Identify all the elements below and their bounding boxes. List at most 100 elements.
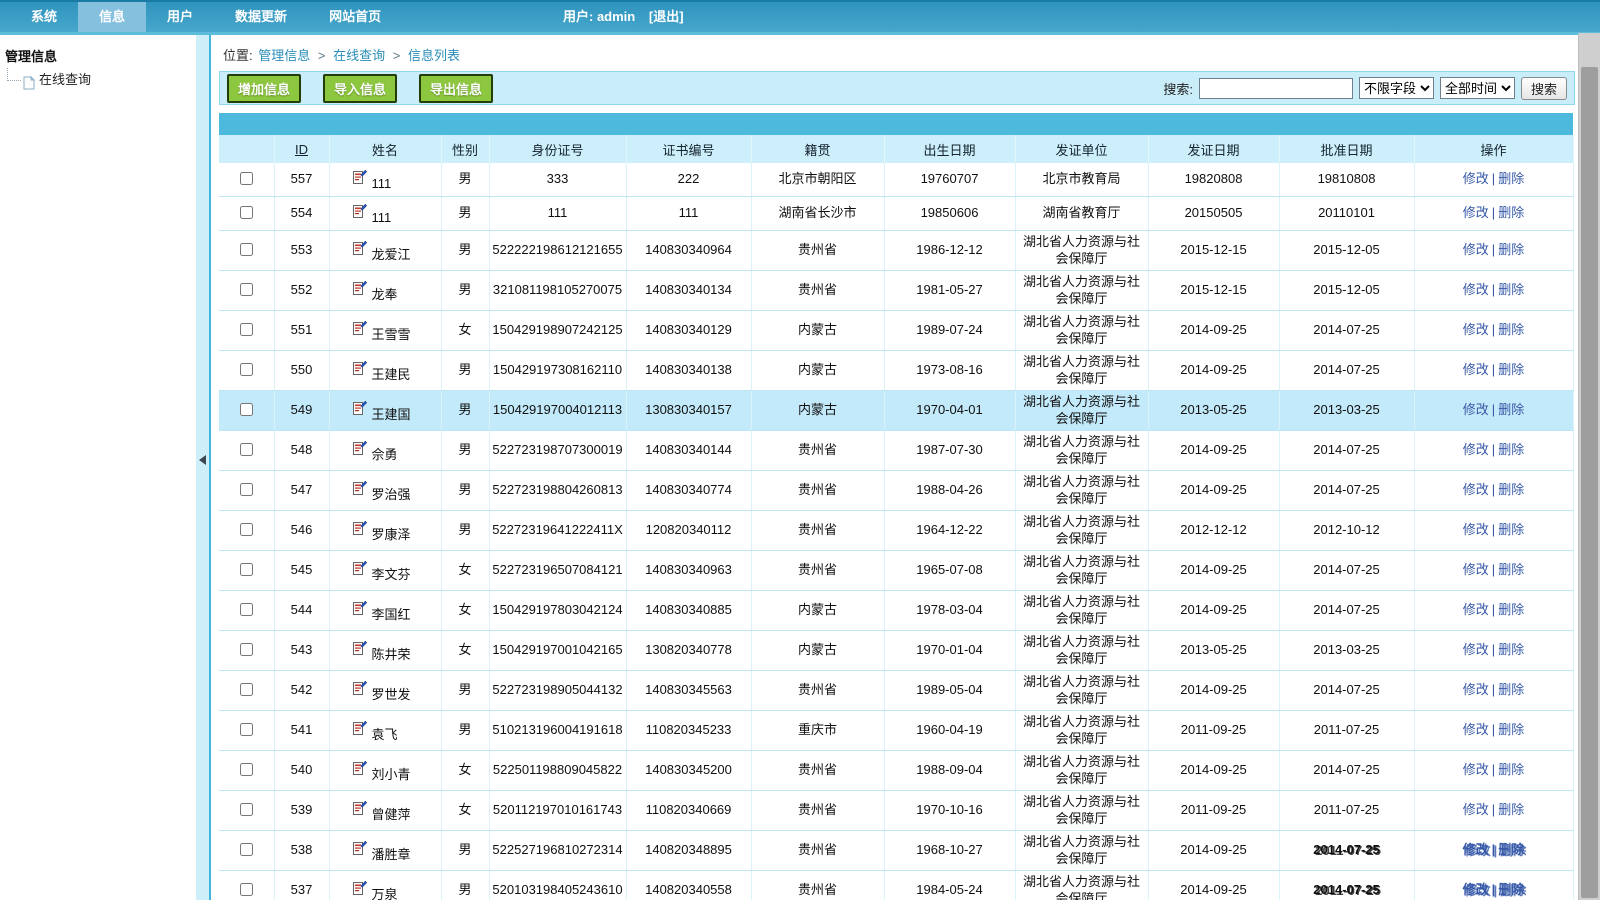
row-checkbox[interactable] bbox=[240, 206, 253, 219]
edit-link[interactable]: 修改 bbox=[1463, 522, 1489, 537]
edit-doc-icon[interactable] bbox=[352, 360, 367, 380]
edit-link[interactable]: 修改 bbox=[1463, 362, 1489, 377]
logout-link[interactable]: [退出] bbox=[649, 9, 684, 24]
edit-doc-icon[interactable] bbox=[352, 480, 367, 500]
edit-doc-icon[interactable] bbox=[352, 400, 367, 420]
edit-doc-icon[interactable] bbox=[352, 800, 367, 820]
row-checkbox[interactable] bbox=[240, 323, 253, 336]
row-checkbox[interactable] bbox=[240, 172, 253, 185]
row-checkbox[interactable] bbox=[240, 363, 253, 376]
delete-link[interactable]: 删除 bbox=[1500, 843, 1526, 858]
edit-doc-icon[interactable] bbox=[352, 640, 367, 660]
delete-link[interactable]: 删除 bbox=[1498, 802, 1524, 817]
row-checkbox[interactable] bbox=[240, 483, 253, 496]
vertical-scrollbar[interactable] bbox=[1578, 33, 1600, 900]
row-checkbox[interactable] bbox=[240, 603, 253, 616]
edit-doc-icon[interactable] bbox=[352, 600, 367, 620]
sidebar-item-online-query[interactable]: 在线查询 bbox=[7, 68, 196, 88]
nav-tab-3[interactable]: 数据更新 bbox=[214, 2, 308, 32]
edit-link[interactable]: 修改 bbox=[1463, 402, 1489, 417]
breadcrumb-link-2[interactable]: 在线查询 bbox=[333, 48, 385, 63]
scrollbar-thumb[interactable] bbox=[1581, 67, 1598, 898]
delete-link[interactable]: 删除 bbox=[1498, 362, 1524, 377]
delete-link[interactable]: 删除 bbox=[1498, 442, 1524, 457]
row-checkbox[interactable] bbox=[240, 643, 253, 656]
row-checkbox[interactable] bbox=[240, 843, 253, 856]
edit-link[interactable]: 修改 bbox=[1463, 642, 1489, 657]
row-checkbox[interactable] bbox=[240, 243, 253, 256]
edit-link[interactable]: 修改 bbox=[1463, 482, 1489, 497]
edit-link[interactable]: 修改 bbox=[1463, 722, 1489, 737]
edit-doc-icon[interactable] bbox=[352, 440, 367, 460]
panel-splitter[interactable] bbox=[196, 35, 211, 900]
delete-link[interactable]: 删除 bbox=[1498, 282, 1524, 297]
edit-link[interactable]: 修改 bbox=[1463, 682, 1489, 697]
row-checkbox[interactable] bbox=[240, 883, 253, 896]
nav-tab-1[interactable]: 信息 bbox=[78, 2, 146, 32]
edit-link[interactable]: 修改 bbox=[1463, 205, 1489, 220]
search-button[interactable]: 搜索 bbox=[1521, 77, 1567, 100]
row-checkbox[interactable] bbox=[240, 763, 253, 776]
edit-doc-icon[interactable] bbox=[352, 760, 367, 780]
row-checkbox[interactable] bbox=[240, 723, 253, 736]
delete-link[interactable]: 删除 bbox=[1498, 642, 1524, 657]
field-select[interactable]: 不限字段 bbox=[1359, 77, 1434, 99]
delete-link[interactable]: 删除 bbox=[1498, 322, 1524, 337]
edit-doc-icon[interactable] bbox=[352, 720, 367, 740]
export-info-button[interactable]: 导出信息 bbox=[419, 74, 493, 103]
breadcrumb-link-1[interactable]: 管理信息 bbox=[258, 48, 310, 63]
edit-doc-icon[interactable] bbox=[352, 840, 367, 860]
edit-doc-icon[interactable] bbox=[352, 560, 367, 580]
edit-doc-icon[interactable] bbox=[352, 240, 367, 260]
delete-link[interactable]: 删除 bbox=[1498, 171, 1524, 186]
delete-link[interactable]: 删除 bbox=[1498, 562, 1524, 577]
edit-link[interactable]: 修改 bbox=[1463, 171, 1489, 186]
delete-link[interactable]: 删除 bbox=[1500, 883, 1526, 898]
time-select[interactable]: 全部时间 bbox=[1440, 77, 1515, 99]
delete-link[interactable]: 删除 bbox=[1498, 242, 1524, 257]
nav-tab-0[interactable]: 系统 bbox=[10, 2, 78, 32]
edit-link[interactable]: 修改 bbox=[1465, 883, 1491, 898]
collapse-left-arrow-icon[interactable] bbox=[199, 455, 206, 465]
edit-doc-icon[interactable] bbox=[352, 280, 367, 300]
row-checkbox[interactable] bbox=[240, 443, 253, 456]
edit-link[interactable]: 修改 bbox=[1463, 762, 1489, 777]
search-input[interactable] bbox=[1199, 78, 1353, 99]
edit-doc-icon[interactable] bbox=[352, 680, 367, 700]
edit-link[interactable]: 修改 bbox=[1463, 282, 1489, 297]
edit-link[interactable]: 修改 bbox=[1465, 843, 1491, 858]
delete-link[interactable]: 删除 bbox=[1498, 522, 1524, 537]
edit-link[interactable]: 修改 bbox=[1463, 562, 1489, 577]
sort-id-link[interactable]: ID bbox=[295, 142, 308, 157]
add-info-button[interactable]: 增加信息 bbox=[227, 74, 301, 103]
row-checkbox[interactable] bbox=[240, 563, 253, 576]
edit-doc-icon[interactable] bbox=[352, 880, 367, 900]
nav-tab-2[interactable]: 用户 bbox=[146, 2, 214, 32]
delete-link[interactable]: 删除 bbox=[1498, 482, 1524, 497]
edit-link[interactable]: 修改 bbox=[1463, 602, 1489, 617]
delete-link[interactable]: 删除 bbox=[1498, 402, 1524, 417]
row-checkbox[interactable] bbox=[240, 523, 253, 536]
cell-id-number: 522527196810272314 bbox=[489, 831, 626, 871]
edit-doc-icon[interactable] bbox=[352, 169, 367, 189]
row-checkbox[interactable] bbox=[240, 283, 253, 296]
edit-link[interactable]: 修改 bbox=[1463, 322, 1489, 337]
edit-doc-icon[interactable] bbox=[352, 320, 367, 340]
delete-link[interactable]: 删除 bbox=[1498, 682, 1524, 697]
delete-link[interactable]: 删除 bbox=[1498, 205, 1524, 220]
cell-issue-unit: 湖北省人力资源与社会保障厅 bbox=[1015, 231, 1148, 271]
delete-link[interactable]: 删除 bbox=[1498, 722, 1524, 737]
edit-link[interactable]: 修改 bbox=[1463, 442, 1489, 457]
row-checkbox[interactable] bbox=[240, 683, 253, 696]
row-checkbox[interactable] bbox=[240, 803, 253, 816]
breadcrumb-link-3[interactable]: 信息列表 bbox=[408, 48, 460, 63]
import-info-button[interactable]: 导入信息 bbox=[323, 74, 397, 103]
delete-link[interactable]: 删除 bbox=[1498, 762, 1524, 777]
nav-tab-4[interactable]: 网站首页 bbox=[308, 2, 402, 32]
row-checkbox[interactable] bbox=[240, 403, 253, 416]
edit-doc-icon[interactable] bbox=[352, 520, 367, 540]
delete-link[interactable]: 删除 bbox=[1498, 602, 1524, 617]
edit-doc-icon[interactable] bbox=[352, 203, 367, 223]
edit-link[interactable]: 修改 bbox=[1463, 802, 1489, 817]
edit-link[interactable]: 修改 bbox=[1463, 242, 1489, 257]
